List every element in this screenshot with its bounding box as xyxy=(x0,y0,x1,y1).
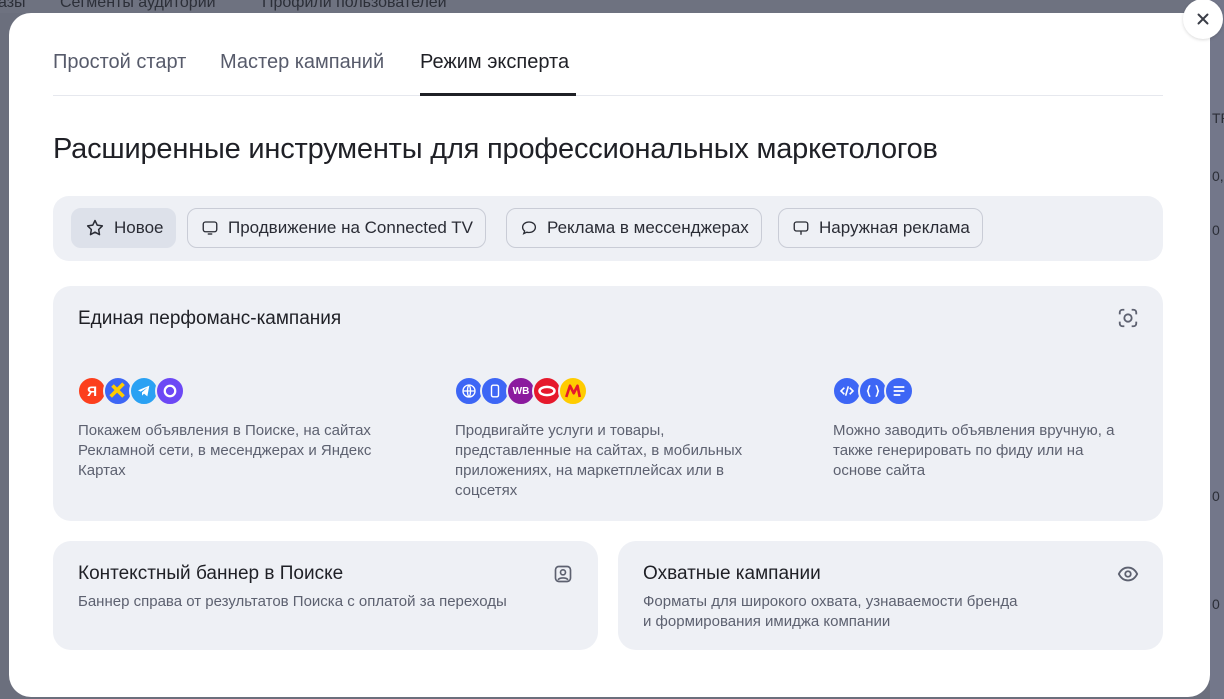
feature-1-text: Покажем объявления в Поиске, на сайтах Р… xyxy=(78,422,372,479)
chip-connected-tv[interactable]: Продвижение на Connected TV xyxy=(187,208,487,248)
card-subtitle: и формирования имиджа компании xyxy=(643,613,891,630)
billboard-icon xyxy=(793,221,809,235)
active-tab-indicator xyxy=(420,93,576,96)
backdrop-value: 0 xyxy=(1212,488,1220,504)
feature-3-text: Можно заводить объявления вручную, а так… xyxy=(833,422,1115,479)
backdrop-value: TR xyxy=(1212,110,1224,126)
focus-scan-icon xyxy=(1118,308,1138,328)
chip-label: Реклама в мессенджерах xyxy=(547,218,749,237)
chat-bubble-icon xyxy=(521,221,537,235)
chip-messengers[interactable]: Реклама в мессенджерах xyxy=(506,208,762,248)
close-icon xyxy=(1197,13,1209,25)
eye-icon xyxy=(1117,566,1139,582)
card-title: Охватные кампании xyxy=(643,563,821,584)
max-messenger-icon xyxy=(155,376,185,406)
card-subtitle: Форматы для широкого охвата, узнаваемост… xyxy=(643,593,1018,610)
image-banner-icon xyxy=(554,565,572,583)
card-title: Контекстный баннер в Поиске xyxy=(78,563,344,584)
card-subtitle: Баннер справа от результатов Поиска с оп… xyxy=(78,593,507,610)
tab-campaign-master[interactable]: Мастер кампаний xyxy=(220,51,384,74)
backdrop-tab-hint: Сегменты аудитории xyxy=(60,0,216,11)
chip-new[interactable]: Новое xyxy=(71,208,177,248)
list-feed-icon xyxy=(884,376,914,406)
backdrop-right-column: TR 0, 0 0 0 xyxy=(1210,0,1224,699)
backdrop-tab-hint: азы xyxy=(0,0,26,11)
backdrop-value: 0 xyxy=(1212,596,1220,612)
chip-label: Новое xyxy=(114,218,164,237)
backdrop-tab-hint: Профили пользователей xyxy=(262,0,447,11)
tab-expert-mode[interactable]: Режим эксперта xyxy=(420,51,569,74)
mode-tabs: Простой старт Мастер кампаний Режим эксп… xyxy=(53,13,1163,96)
close-modal-button[interactable] xyxy=(1183,0,1223,39)
backdrop-tabs-strip: азы Сегменты аудитории Профили пользоват… xyxy=(0,0,1224,13)
filter-chips-bar: Новое Продвижение на Connected TV Реклам… xyxy=(53,196,1163,261)
reach-campaigns-card[interactable]: Охватные кампании Форматы для широкого о… xyxy=(618,541,1163,650)
backdrop-value: 0, xyxy=(1212,168,1224,184)
card-title: Единая перфоманс-кампания xyxy=(78,308,342,329)
tab-simple-start[interactable]: Простой старт xyxy=(53,51,186,74)
feature-3-icons xyxy=(832,376,914,406)
chip-outdoor[interactable]: Наружная реклама xyxy=(778,208,983,248)
backdrop-value: 0 xyxy=(1212,222,1220,238)
feature-2-icons: WB xyxy=(454,376,588,406)
chip-label: Наружная реклама xyxy=(819,218,970,237)
search-banner-card[interactable]: Контекстный баннер в Поиске Баннер справ… xyxy=(53,541,598,650)
feature-1-icons: Я xyxy=(77,376,185,406)
tv-icon xyxy=(202,221,218,235)
performance-campaign-card[interactable]: Единая перфоманс-кампания Я Покажем объя… xyxy=(53,286,1163,521)
feature-2-text: Продвигайте услуги и товары, представлен… xyxy=(455,422,743,499)
chip-label: Продвижение на Connected TV xyxy=(228,218,474,237)
yandex-market-icon xyxy=(558,376,588,406)
expert-mode-modal: Простой старт Мастер кампаний Режим эксп… xyxy=(9,13,1210,697)
page-title: Расширенные инструменты для профессионал… xyxy=(53,133,938,165)
star-icon xyxy=(86,219,104,236)
